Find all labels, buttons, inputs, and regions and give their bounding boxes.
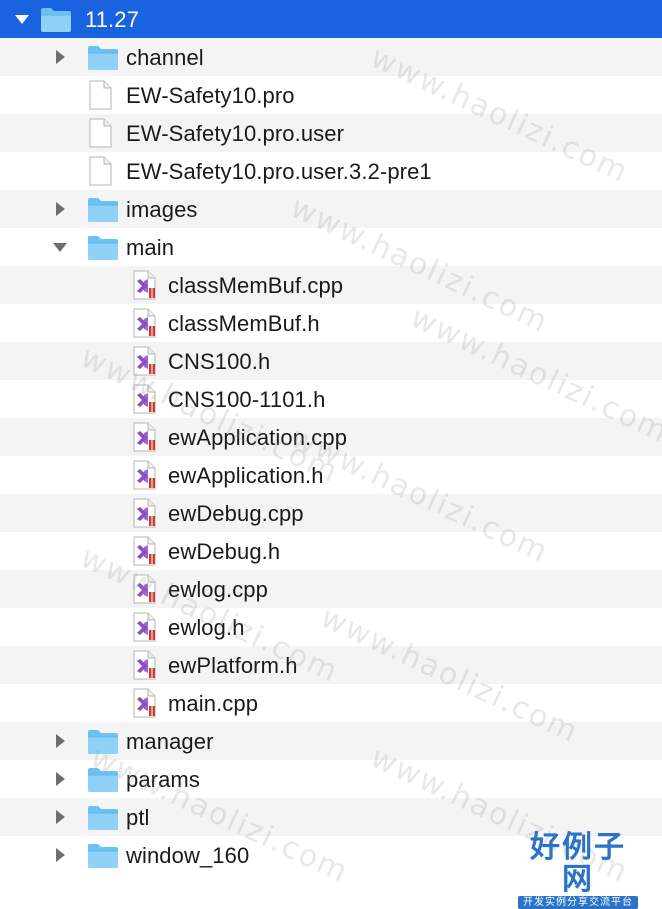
- visual-studio-file-icon: [131, 422, 163, 452]
- visual-studio-file-icon: [131, 612, 163, 642]
- tree-row-11-27[interactable]: 11.27: [0, 0, 662, 38]
- tree-row-params[interactable]: params: [0, 760, 662, 798]
- folder-icon: [87, 43, 119, 73]
- disclosure-triangle-right-icon[interactable]: [52, 733, 68, 749]
- tree-row-cns100-h[interactable]: CNS100.h: [0, 342, 662, 380]
- disclosure-triangle-right-icon[interactable]: [52, 771, 68, 787]
- visual-studio-file-icon: [131, 650, 163, 680]
- visual-studio-file-icon: [131, 346, 163, 376]
- disclosure-triangle-right-icon[interactable]: [52, 847, 68, 863]
- tree-row-main-cpp[interactable]: main.cpp: [0, 684, 662, 722]
- tree-item-label: manager: [126, 729, 214, 754]
- visual-studio-file-icon: [131, 308, 163, 338]
- tree-row-ewlog-h[interactable]: ewlog.h: [0, 608, 662, 646]
- tree-row-ewdebug-cpp[interactable]: ewDebug.cpp: [0, 494, 662, 532]
- site-logo: 好例子网 开发实例分享交流平台: [518, 832, 638, 909]
- tree-item-label: ewDebug.cpp: [168, 501, 304, 526]
- folder-icon: [87, 803, 119, 833]
- tree-item-label: ptl: [126, 805, 150, 830]
- file-tree: 11.27 channel EW-Safety10.pro EW-Safety1…: [0, 0, 662, 874]
- file-icon: [87, 80, 119, 110]
- tree-item-label: images: [126, 197, 198, 222]
- tree-item-label: EW-Safety10.pro.user: [126, 121, 345, 146]
- tree-item-label: ewlog.cpp: [168, 577, 268, 602]
- tree-item-label: CNS100.h: [168, 349, 271, 374]
- disclosure-triangle-down-icon[interactable]: [14, 11, 30, 27]
- tree-item-label: main: [126, 235, 175, 260]
- visual-studio-file-icon: [131, 270, 163, 300]
- folder-icon: [87, 233, 119, 263]
- tree-item-label: ewApplication.cpp: [168, 425, 348, 450]
- visual-studio-file-icon: [131, 384, 163, 414]
- tree-row-classmembuf-cpp[interactable]: classMemBuf.cpp: [0, 266, 662, 304]
- tree-item-label: channel: [126, 45, 204, 70]
- folder-icon: [40, 5, 72, 35]
- tree-item-label: EW-Safety10.pro.user.3.2-pre1: [126, 159, 432, 184]
- tree-item-label: EW-Safety10.pro: [126, 83, 295, 108]
- folder-icon: [87, 195, 119, 225]
- tree-item-label: 11.27: [85, 7, 139, 32]
- tree-item-label: ewlog.h: [168, 615, 245, 640]
- disclosure-triangle-right-icon[interactable]: [52, 201, 68, 217]
- visual-studio-file-icon: [131, 536, 163, 566]
- tree-row-ew-safety10-pro-user[interactable]: EW-Safety10.pro.user: [0, 114, 662, 152]
- tree-row-ew-safety10-pro[interactable]: EW-Safety10.pro: [0, 76, 662, 114]
- tree-row-ewapplication-h[interactable]: ewApplication.h: [0, 456, 662, 494]
- visual-studio-file-icon: [131, 498, 163, 528]
- visual-studio-file-icon: [131, 460, 163, 490]
- tree-row-channel[interactable]: channel: [0, 38, 662, 76]
- tree-row-ewplatform-h[interactable]: ewPlatform.h: [0, 646, 662, 684]
- tree-item-label: ewApplication.h: [168, 463, 324, 488]
- tree-row-manager[interactable]: manager: [0, 722, 662, 760]
- tree-row-ewlog-cpp[interactable]: ewlog.cpp: [0, 570, 662, 608]
- tree-item-label: params: [126, 767, 200, 792]
- tree-item-label: main.cpp: [168, 691, 259, 716]
- tree-row-ew-safety10-pro-user-3-2-pre1[interactable]: EW-Safety10.pro.user.3.2-pre1: [0, 152, 662, 190]
- tree-item-label: ewPlatform.h: [168, 653, 298, 678]
- disclosure-triangle-right-icon[interactable]: [52, 49, 68, 65]
- logo-title: 好例子网: [530, 830, 626, 897]
- tree-item-label: classMemBuf.h: [168, 311, 320, 336]
- tree-row-cns100-1101-h[interactable]: CNS100-1101.h: [0, 380, 662, 418]
- tree-row-main[interactable]: main: [0, 228, 662, 266]
- tree-item-label: CNS100-1101.h: [168, 387, 326, 412]
- file-icon: [87, 118, 119, 148]
- tree-item-label: classMemBuf.cpp: [168, 273, 344, 298]
- folder-icon: [87, 841, 119, 871]
- tree-item-label: window_160: [126, 843, 250, 868]
- visual-studio-file-icon: [131, 574, 163, 604]
- tree-row-classmembuf-h[interactable]: classMemBuf.h: [0, 304, 662, 342]
- tree-item-label: ewDebug.h: [168, 539, 281, 564]
- file-icon: [87, 156, 119, 186]
- folder-icon: [87, 765, 119, 795]
- folder-icon: [87, 727, 119, 757]
- tree-row-images[interactable]: images: [0, 190, 662, 228]
- tree-row-ewapplication-cpp[interactable]: ewApplication.cpp: [0, 418, 662, 456]
- tree-row-ewdebug-h[interactable]: ewDebug.h: [0, 532, 662, 570]
- disclosure-triangle-right-icon[interactable]: [52, 809, 68, 825]
- disclosure-triangle-down-icon[interactable]: [52, 239, 68, 255]
- visual-studio-file-icon: [131, 688, 163, 718]
- logo-subtitle: 开发实例分享交流平台: [518, 896, 638, 909]
